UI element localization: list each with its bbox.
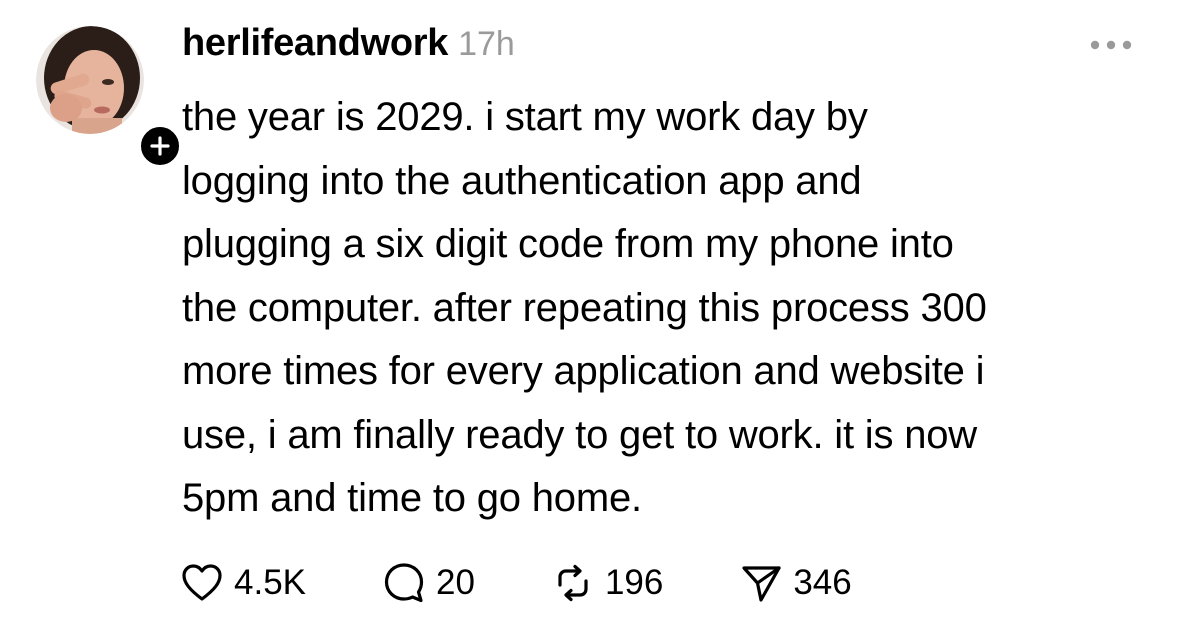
plus-icon [150,136,170,156]
more-options-button[interactable] [1086,32,1136,58]
like-count: 4.5K [234,563,306,602]
comment-icon [382,561,426,605]
repost-button[interactable]: 196 [551,561,663,605]
avatar[interactable] [36,26,144,134]
avatar-container[interactable] [36,26,184,170]
repost-icon [551,561,595,605]
share-count: 346 [793,563,852,602]
post-actions-bar: 4.5K 20 196 346 [180,558,852,608]
post-header: herlifeandwork 17h [182,22,515,72]
reply-count: 20 [436,563,475,602]
follow-button[interactable] [136,122,184,170]
send-icon [739,561,783,605]
post-body-text: the year is 2029. i start my work day by… [182,95,987,520]
more-dots-icon [1090,40,1132,50]
thread-post: herlifeandwork 17h the year is 2029. i s… [0,0,1179,635]
like-button[interactable]: 4.5K [180,561,306,605]
heart-icon [180,561,224,605]
post-timestamp[interactable]: 17h [458,25,515,64]
reply-button[interactable]: 20 [382,561,475,605]
repost-count: 196 [604,563,664,602]
share-button[interactable]: 346 [739,561,852,605]
username-link[interactable]: herlifeandwork [182,22,448,65]
